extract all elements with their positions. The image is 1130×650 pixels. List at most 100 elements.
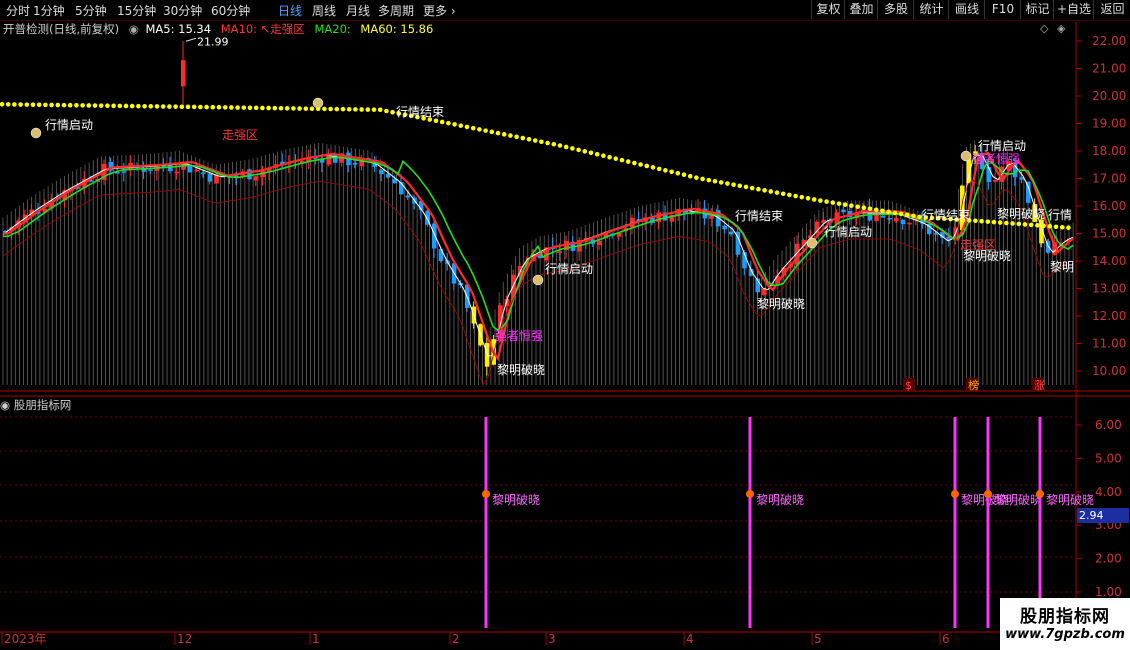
- candle-body: [465, 284, 470, 308]
- candle-body: [201, 172, 206, 174]
- period-tab-3[interactable]: 5分钟: [75, 2, 107, 19]
- ma60-dot: [570, 146, 575, 151]
- candle-body: [451, 263, 457, 284]
- coin-icon: [312, 97, 324, 109]
- lower-panel-header: ◉ 股朋指标网: [0, 397, 71, 413]
- chart-annotation: 黎明破晓: [997, 206, 1045, 221]
- candle-body: [366, 158, 371, 160]
- ma60-dot: [954, 217, 960, 222]
- ma60-dot: [477, 127, 482, 132]
- ma60-dot: [1041, 223, 1046, 229]
- date-label: 1: [312, 632, 320, 646]
- chevron-down-icon[interactable]: ◉: [0, 398, 10, 412]
- ma60-dot: [613, 156, 619, 161]
- candle-body: [953, 227, 958, 238]
- diamond-icon[interactable]: ◇: [1040, 22, 1048, 35]
- candle-body: [1052, 242, 1057, 255]
- chart-annotation: 行情启动: [978, 139, 1026, 153]
- period-tab-5[interactable]: 30分钟: [163, 2, 202, 19]
- period-tab-daily[interactable]: 日线: [278, 2, 302, 19]
- candle-body: [735, 231, 741, 255]
- chevron-right-icon: ›: [450, 4, 456, 18]
- candle-body: [220, 175, 226, 178]
- multi-stock-button[interactable]: 多股: [877, 0, 914, 19]
- candle-body: [300, 160, 305, 164]
- ma60-dot: [1035, 223, 1040, 228]
- overlay-button[interactable]: 叠加: [844, 0, 878, 19]
- period-tab-weekly[interactable]: 周线: [312, 2, 336, 19]
- ma60-dot: [520, 135, 526, 141]
- candle-body: [788, 263, 793, 268]
- candle-body: [62, 190, 67, 201]
- lower-panel-title: 股朋指标网: [13, 398, 72, 412]
- period-tab-more[interactable]: 更多 ›: [423, 2, 456, 19]
- candle-body: [834, 212, 840, 225]
- candle-body: [187, 165, 193, 173]
- candle-body: [1026, 181, 1031, 203]
- back-button[interactable]: 返回: [1093, 0, 1130, 19]
- chart-annotation: 行情启动: [45, 118, 93, 132]
- coin-icon: [806, 237, 818, 249]
- ma60-dot: [396, 111, 402, 116]
- ma60-dot: [148, 104, 154, 109]
- ma60-dot: [74, 103, 79, 108]
- candle-body: [550, 246, 556, 249]
- period-tab-4[interactable]: 15分钟: [117, 2, 156, 19]
- signal-label: 黎明破晓: [994, 492, 1042, 507]
- ma60-dot: [483, 128, 488, 133]
- date-label: 2: [452, 632, 460, 646]
- ma60-dot: [979, 218, 984, 224]
- ma60-dot: [911, 213, 916, 219]
- candle-body: [570, 241, 576, 251]
- price-tick-label: 10.00: [1092, 364, 1126, 378]
- add-watchlist-button[interactable]: +自选: [1053, 0, 1094, 19]
- ma60-dot: [948, 216, 953, 222]
- ma60-dot: [427, 117, 433, 122]
- mark-button[interactable]: 标记: [1020, 0, 1054, 19]
- candle-body: [755, 278, 760, 293]
- candle-body: [22, 214, 28, 223]
- ma60-dot: [105, 103, 110, 109]
- candle-body: [168, 165, 173, 172]
- candle-body: [821, 219, 826, 223]
- candle-body: [280, 161, 285, 166]
- restore-button[interactable]: 复权: [811, 0, 845, 19]
- ma60-dot: [886, 209, 891, 215]
- candle-body: [352, 162, 358, 165]
- ma60-dot: [495, 130, 501, 136]
- f10-button[interactable]: F10: [984, 0, 1021, 19]
- low-tick-label: 5.00: [1095, 451, 1122, 465]
- price-tick-label: 20.00: [1092, 89, 1126, 103]
- candle-body: [432, 223, 437, 249]
- butterfly-icon: [1036, 490, 1044, 498]
- candle-body: [471, 306, 477, 324]
- draw-line-button[interactable]: 画线: [948, 0, 985, 19]
- ma60-dot: [749, 185, 755, 191]
- chevron-down-icon[interactable]: ◉: [129, 22, 139, 36]
- settings-icon[interactable]: ◈: [1057, 22, 1065, 35]
- period-tab-monthly[interactable]: 月线: [346, 2, 370, 19]
- ma60-dot: [167, 104, 172, 109]
- ma5-value: MA5: 15.34: [145, 22, 212, 36]
- period-tab-1[interactable]: 分时: [6, 2, 30, 19]
- ma60-dot: [508, 133, 513, 138]
- candle-body: [115, 172, 120, 174]
- ma60-dot: [836, 201, 842, 206]
- coin-icon: [960, 150, 972, 162]
- candle-body: [108, 162, 114, 171]
- candle-body: [623, 228, 628, 232]
- candle-body: [986, 167, 991, 182]
- candle-body: [946, 236, 952, 240]
- date-label: 5: [814, 632, 822, 646]
- period-tab-2[interactable]: 1分钟: [33, 2, 65, 19]
- ma60-dot: [1028, 222, 1034, 228]
- period-tab-multi[interactable]: 多周期: [378, 2, 414, 19]
- ma60-dot: [644, 163, 650, 169]
- candle-body: [418, 201, 424, 211]
- ma60-dot: [830, 200, 836, 205]
- statistics-button[interactable]: 统计: [913, 0, 949, 19]
- ma60-dot: [774, 190, 780, 195]
- max-pointer: [185, 37, 197, 42]
- ma60-dot: [390, 109, 395, 115]
- period-tab-6[interactable]: 60分钟: [211, 2, 250, 19]
